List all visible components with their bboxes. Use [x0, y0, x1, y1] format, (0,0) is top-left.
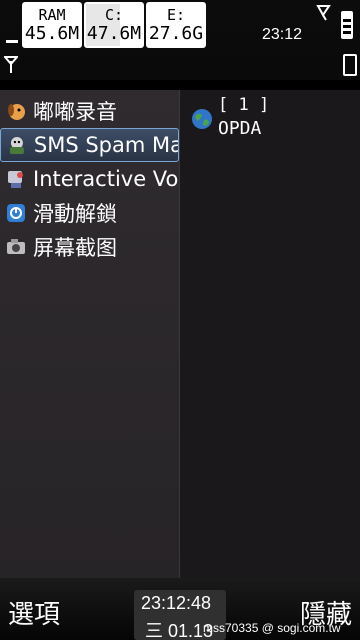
list-item[interactable]: 滑動解鎖	[0, 196, 179, 230]
list-item-label: 滑動解鎖	[33, 202, 117, 226]
battery-icon	[341, 11, 353, 39]
voice-icon	[8, 171, 23, 188]
e-drive-value: 27.6G	[148, 22, 204, 44]
softkey-bar: 選項 23:12:48 三 01.13 mss70335 @ sogi.com.…	[0, 578, 360, 640]
list-item-label: 嘟嘟录音	[33, 100, 117, 124]
running-apps-list: 嘟嘟录音 SMS Spam Ma Interactive Vo 滑動解鎖 屏幕截…	[0, 90, 180, 578]
e-drive-label: E:	[166, 5, 186, 24]
clock-time: 23:12:48	[141, 593, 212, 613]
unlock-icon	[7, 204, 25, 222]
list-item-label: Interactive Vo	[33, 167, 178, 191]
status-time: 23:12	[262, 26, 303, 43]
signal-antenna-icon	[4, 56, 18, 73]
ram-label: RAM	[38, 5, 66, 24]
list-item-label: SMS Spam Ma	[33, 133, 178, 157]
spam-manager-icon	[9, 137, 24, 154]
status-bar: RAM 45.6M C: 47.6M E: 27.6G 23:12	[0, 0, 360, 80]
alarm-icon	[316, 5, 331, 21]
hide-softkey[interactable]: 隱藏	[300, 594, 352, 631]
ram-indicator: RAM 45.6M	[22, 2, 82, 48]
task-count: [ 1 ]	[218, 95, 270, 115]
ram-value: 45.6M	[24, 22, 80, 44]
c-drive-value: 47.6M	[86, 22, 142, 44]
task-detail-panel: [ 1 ] OPDA	[180, 90, 360, 578]
e-drive-indicator: E: 27.6G	[146, 2, 206, 48]
list-item[interactable]: 嘟嘟录音	[0, 94, 179, 128]
list-item[interactable]: SMS Spam Ma	[0, 128, 179, 162]
task-name: OPDA	[218, 118, 262, 139]
dog-icon	[8, 104, 25, 120]
options-softkey[interactable]: 選項	[8, 594, 60, 631]
c-drive-label: C:	[104, 5, 124, 24]
list-item[interactable]: 屏幕截图	[0, 230, 179, 264]
c-drive-indicator: C: 47.6M	[84, 2, 144, 48]
globe-icon	[192, 109, 212, 129]
list-item-label: 屏幕截图	[33, 236, 117, 260]
battery-outline-icon	[343, 54, 357, 76]
camera-icon	[7, 239, 25, 254]
minimize-icon	[6, 40, 18, 43]
list-item[interactable]: Interactive Vo	[0, 162, 179, 196]
